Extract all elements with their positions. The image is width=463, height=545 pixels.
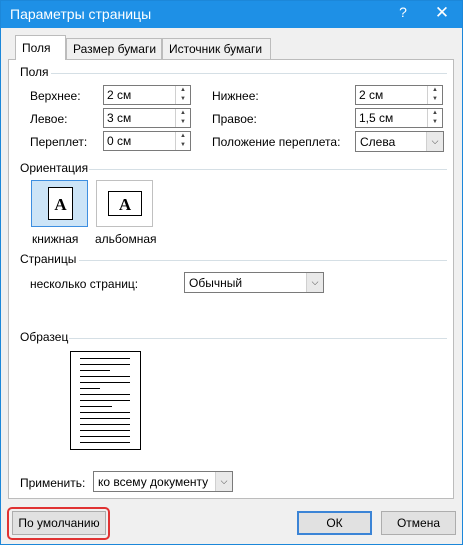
top-margin-spinner[interactable]: 2 см ▲ ▼ — [103, 85, 191, 105]
dialog-title: Параметры страницы — [10, 6, 152, 22]
bottom-margin-value: 2 см — [359, 88, 384, 102]
portrait-label[interactable]: книжная — [32, 232, 78, 246]
title-bar: Параметры страницы ? ✕ — [1, 1, 462, 28]
left-margin-spinner[interactable]: 3 см ▲ ▼ — [103, 108, 191, 128]
preview-line — [80, 358, 130, 359]
right-margin-label: Правое: — [212, 112, 257, 126]
landscape-label[interactable]: альбомная — [95, 232, 157, 246]
spin-down-icon[interactable]: ▼ — [176, 118, 190, 127]
preview-line — [80, 388, 100, 389]
top-margin-value: 2 см — [107, 88, 132, 102]
landscape-page-icon: A — [108, 191, 142, 216]
orientation-group-label: Ориентация — [20, 161, 89, 175]
multiple-pages-label: несколько страниц: — [30, 277, 139, 291]
spin-up-icon[interactable]: ▲ — [428, 109, 442, 118]
spin-up-icon[interactable]: ▲ — [428, 86, 442, 95]
preview-group-divider — [69, 338, 447, 339]
left-margin-value: 3 см — [107, 111, 132, 125]
spin-down-icon[interactable]: ▼ — [428, 118, 442, 127]
bottom-margin-label: Нижнее: — [212, 89, 259, 103]
gutter-position-label: Положение переплета: — [212, 135, 341, 149]
preview-line — [80, 370, 110, 371]
right-margin-value: 1,5 см — [359, 111, 394, 125]
preview-line — [80, 382, 130, 383]
cancel-button[interactable]: Отмена — [381, 511, 456, 535]
orientation-group-divider — [89, 169, 447, 170]
margins-group-label: Поля — [20, 65, 49, 79]
gutter-position-value: Слева — [360, 135, 396, 149]
gutter-position-select[interactable]: Слева ⌵ — [355, 131, 444, 152]
preview-line — [80, 406, 112, 407]
spin-down-icon[interactable]: ▼ — [176, 141, 190, 150]
spin-up-icon[interactable]: ▲ — [176, 86, 190, 95]
apply-to-value: ко всему документу — [98, 475, 209, 489]
spin-up-icon[interactable]: ▲ — [176, 109, 190, 118]
apply-to-label: Применить: — [20, 476, 86, 490]
chevron-down-icon[interactable]: ⌵ — [426, 132, 443, 151]
preview-line — [80, 376, 130, 377]
preview-line — [80, 400, 130, 401]
preview-group-label: Образец — [20, 330, 69, 344]
preview-line — [80, 442, 130, 443]
preview-line — [80, 436, 130, 437]
bottom-margin-spinner[interactable]: 2 см ▲ ▼ — [355, 85, 443, 105]
landscape-button[interactable]: A — [96, 180, 153, 227]
left-margin-label: Левое: — [30, 112, 68, 126]
highlight-box — [7, 507, 110, 540]
gutter-spinner[interactable]: 0 см ▲ ▼ — [103, 131, 191, 151]
close-button[interactable]: ✕ — [429, 3, 455, 25]
gutter-value: 0 см — [107, 134, 132, 148]
preview-line — [80, 430, 130, 431]
preview-page — [70, 351, 141, 450]
chevron-down-icon[interactable]: ⌵ — [306, 273, 323, 292]
portrait-button[interactable]: A — [31, 180, 88, 227]
portrait-page-icon: A — [48, 187, 73, 220]
ok-button[interactable]: ОК — [297, 511, 372, 535]
help-button[interactable]: ? — [391, 4, 415, 24]
preview-line — [80, 418, 130, 419]
preview-line — [80, 394, 130, 395]
preview-line — [80, 424, 130, 425]
top-margin-label: Верхнее: — [30, 89, 81, 103]
spin-up-icon[interactable]: ▲ — [176, 132, 190, 141]
spin-down-icon[interactable]: ▼ — [428, 95, 442, 104]
right-margin-spinner[interactable]: 1,5 см ▲ ▼ — [355, 108, 443, 128]
pages-group-label: Страницы — [20, 252, 77, 266]
preview-line — [80, 412, 130, 413]
pages-group-divider — [79, 260, 447, 261]
preview-line — [80, 364, 130, 365]
tab-margins[interactable]: Поля — [15, 35, 66, 60]
chevron-down-icon[interactable]: ⌵ — [215, 472, 232, 491]
tab-paper-size[interactable]: Размер бумаги — [66, 38, 162, 59]
spin-down-icon[interactable]: ▼ — [176, 95, 190, 104]
gutter-label: Переплет: — [30, 135, 88, 149]
apply-to-select[interactable]: ко всему документу ⌵ — [93, 471, 233, 492]
tab-paper-source[interactable]: Источник бумаги — [162, 38, 271, 59]
margins-group-divider — [51, 73, 447, 74]
multiple-pages-select[interactable]: Обычный ⌵ — [184, 272, 324, 293]
page-setup-dialog: Параметры страницы ? ✕ Поля Размер бумаг… — [0, 0, 463, 545]
multiple-pages-value: Обычный — [189, 276, 243, 290]
